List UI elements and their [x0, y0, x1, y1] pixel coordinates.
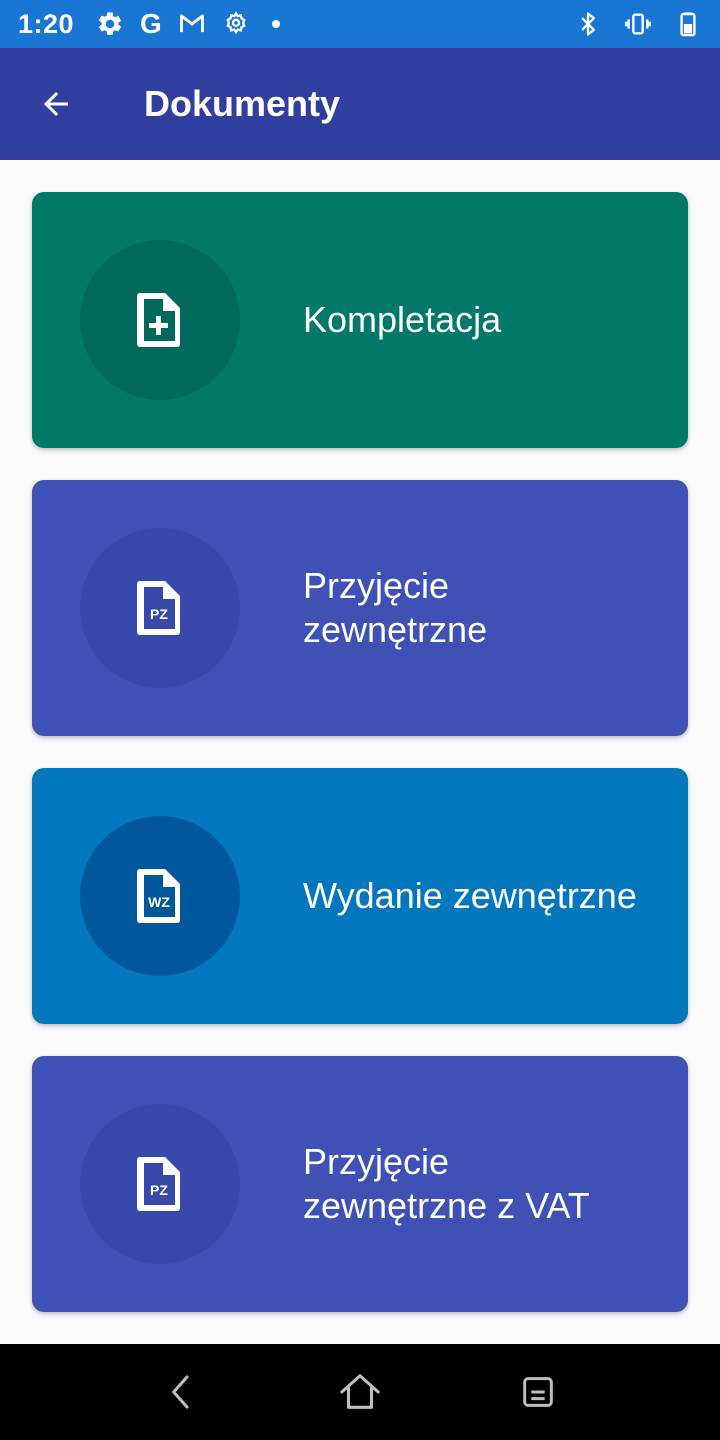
card-label: Przyjęcie zewnętrzne z VAT [303, 1141, 590, 1226]
card-przyjecie-zewnetrzne-z-vat[interactable]: PZ Przyjęcie zewnętrzne z VAT [32, 1056, 688, 1312]
card-label: Kompletacja [303, 299, 502, 340]
card-wydanie-zewnetrzne[interactable]: WZ Wydanie zewnętrzne [32, 768, 688, 1024]
document-pz-icon: PZ [137, 1157, 180, 1211]
battery-icon [680, 12, 696, 37]
document-wz-icon: WZ [137, 869, 180, 923]
document-plus-icon [137, 293, 180, 347]
system-nav-bar [0, 1344, 720, 1440]
status-time: 1:20 [18, 8, 75, 39]
status-icons-right [574, 10, 702, 38]
document-type-list: Kompletacja PZ Przyjęcie zewnętrzne WZ W… [32, 192, 688, 1344]
app-bar: Dokumenty [0, 48, 720, 160]
nav-recents-icon [523, 1377, 553, 1407]
arrow-left-icon [44, 92, 68, 116]
page-title: Dokumenty [144, 83, 341, 124]
settings-icon [226, 11, 246, 35]
card-label: Wydanie zewnętrzne [303, 875, 637, 916]
card-przyjecie-zewnetrzne[interactable]: PZ Przyjęcie zewnętrzne [32, 480, 688, 736]
nav-back-button[interactable] [150, 1360, 214, 1424]
nav-home-button[interactable] [328, 1360, 392, 1424]
vibrate-icon [625, 13, 651, 35]
status-icons-left: G [96, 10, 280, 38]
gear-icon [99, 12, 121, 35]
nav-back-icon [172, 1375, 189, 1409]
notification-dot-icon [271, 20, 280, 28]
card-icon-circle: PZ [80, 528, 240, 688]
status-bar: 1:20 G [0, 0, 720, 48]
card-icon-circle: WZ [80, 816, 240, 976]
nav-home-icon [340, 1374, 380, 1409]
document-pz-icon: PZ [137, 581, 180, 635]
gmail-icon [179, 14, 204, 33]
card-kompletacja[interactable]: Kompletacja [32, 192, 688, 448]
card-badge: PZ [150, 606, 168, 622]
card-label: Przyjęcie zewnętrzne [303, 565, 488, 650]
card-badge: PZ [150, 1182, 168, 1198]
bluetooth-icon [581, 12, 595, 36]
card-icon-circle [80, 240, 240, 400]
nav-recents-button[interactable] [506, 1360, 570, 1424]
card-badge: WZ [148, 894, 170, 910]
card-icon-circle: PZ [80, 1104, 240, 1264]
google-icon: G [140, 8, 162, 39]
back-button[interactable] [24, 72, 88, 136]
